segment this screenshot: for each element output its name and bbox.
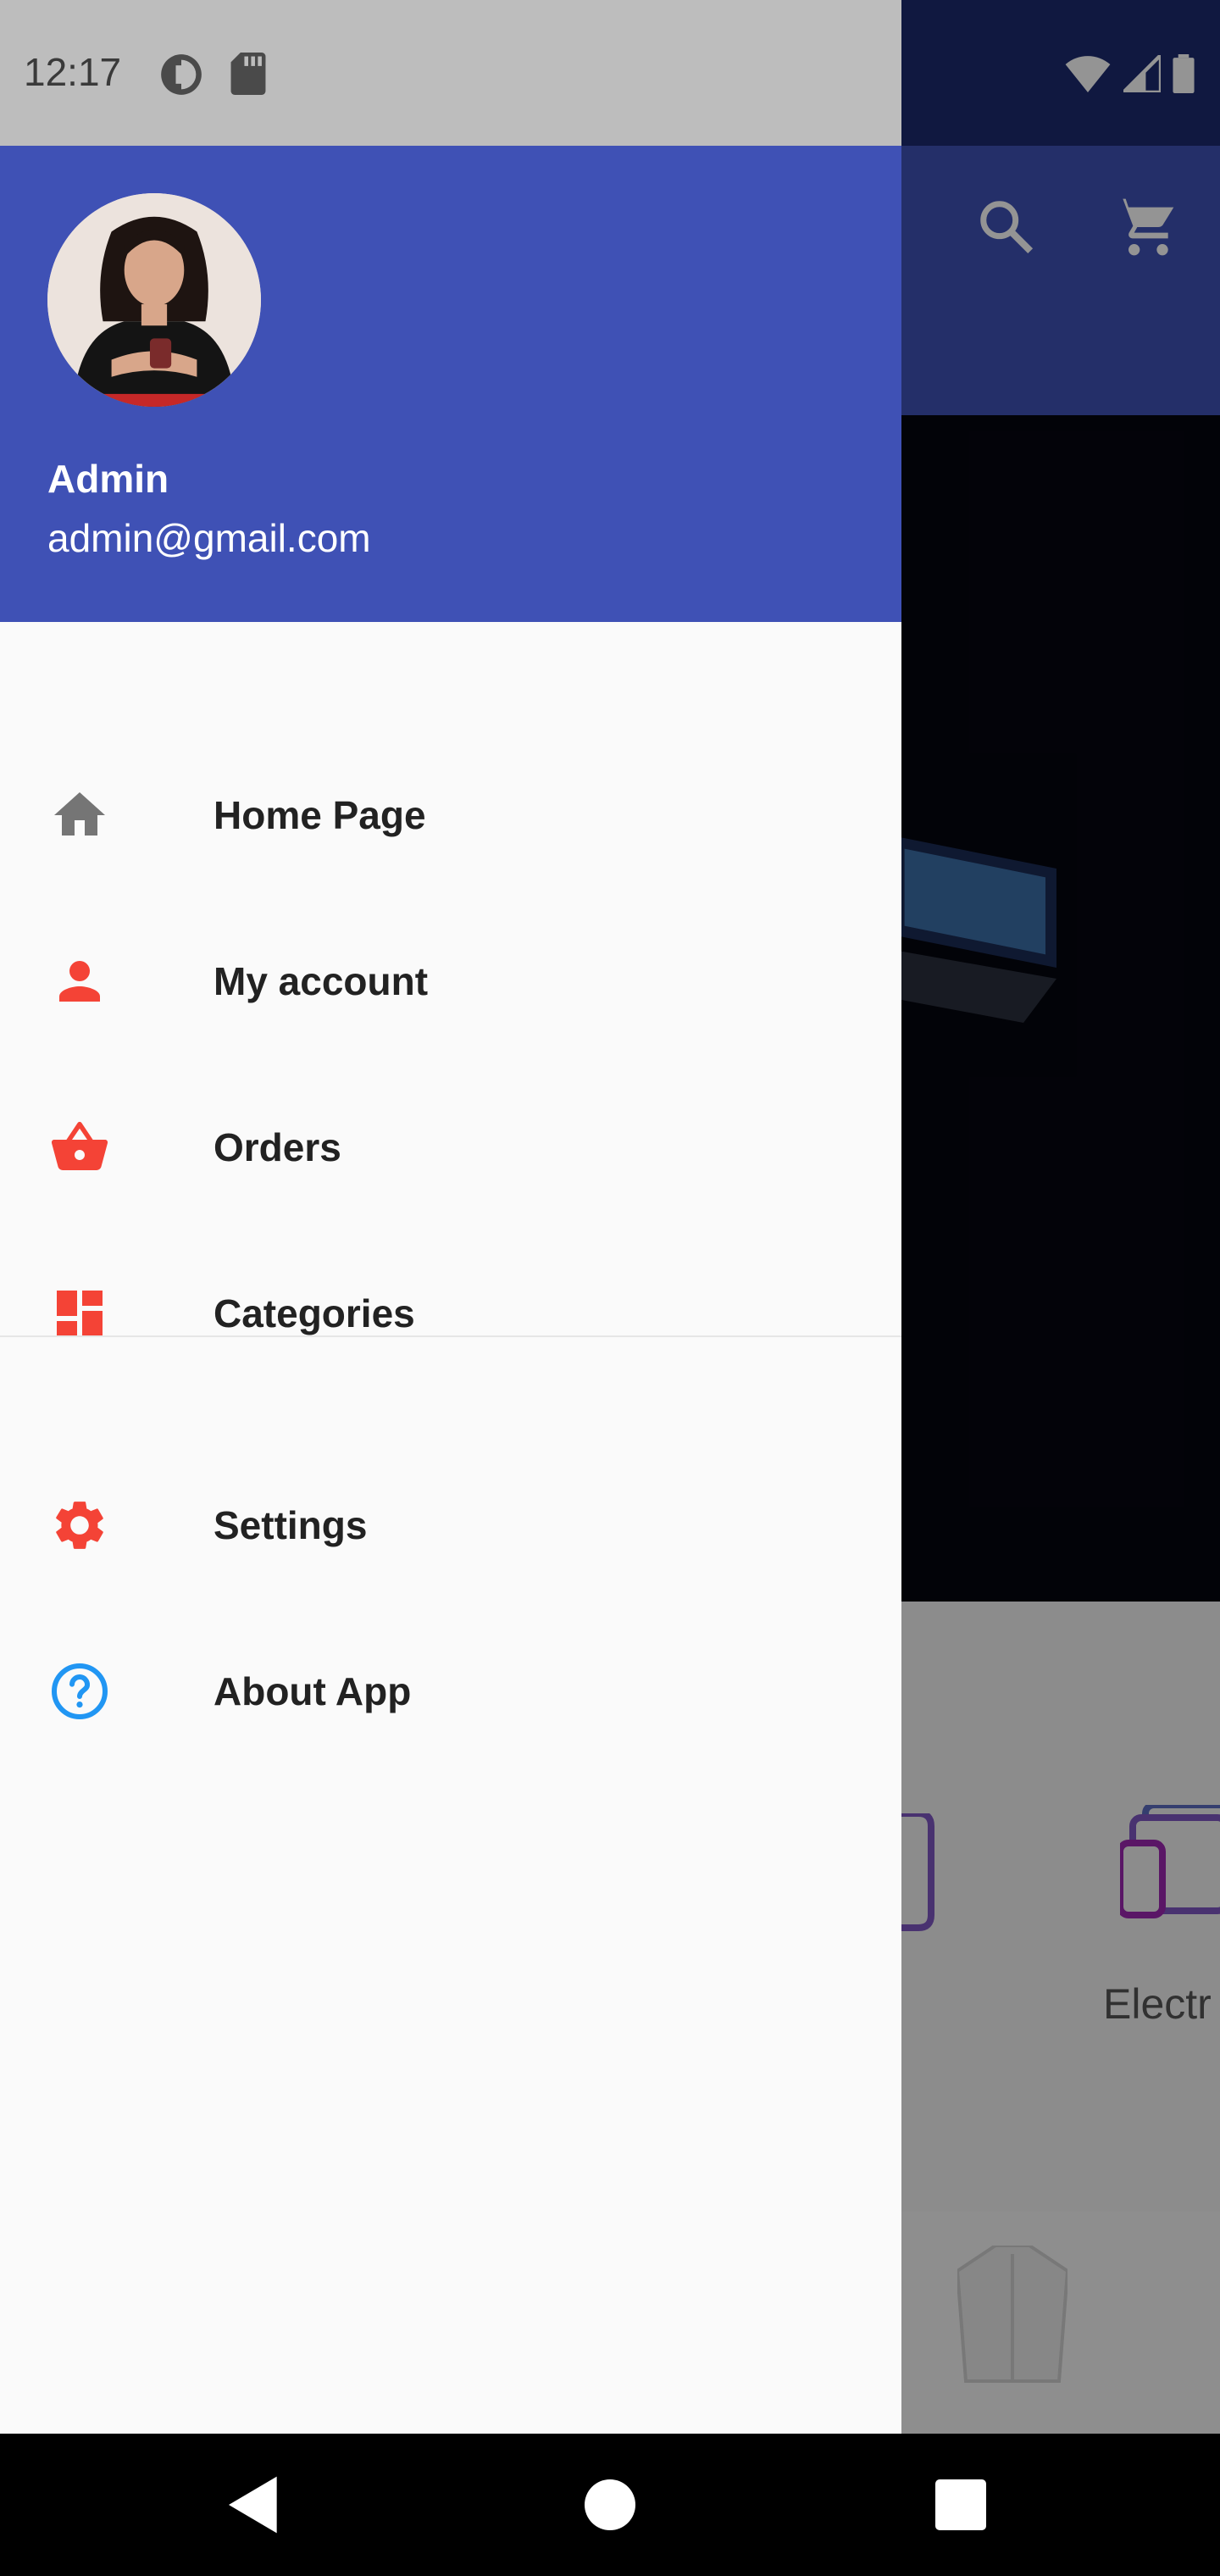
drawer-header: Admin admin@gmail.com [0,146,901,622]
profile-photo [47,193,261,407]
menu-item-home-page[interactable]: Home Page [0,732,901,898]
navigation-bar [0,2434,1220,2576]
person-icon [59,961,100,1002]
gear-icon [56,1502,103,1549]
home-button[interactable] [576,2471,644,2539]
menu-item-label: Orders [214,1125,341,1169]
menu-item-label: About App [214,1669,412,1713]
basket-icon [52,1121,108,1170]
avatar[interactable] [47,193,261,407]
status-bar: 12:17 [0,0,901,146]
menu-item-about-app[interactable]: About App [0,1608,901,1774]
user-name: Admin [47,457,169,501]
status-time: 12:17 [24,50,122,94]
back-button[interactable] [220,2471,288,2539]
user-email: admin@gmail.com [47,516,371,560]
menu-item-categories[interactable]: Categories [0,1230,901,1396]
menu-item-label: Settings [214,1503,368,1547]
navigation-drawer: Admin admin@gmail.com Home Page My accou… [0,146,901,2434]
menu-item-settings[interactable]: Settings [0,1442,901,1608]
sd-card-icon [230,53,266,95]
data-saver-icon [161,54,202,95]
help-circle-icon [52,1663,108,1719]
menu-item-my-account[interactable]: My account [0,898,901,1064]
menu-item-label: My account [214,959,429,1003]
home-icon [54,792,105,836]
menu-item-label: Home Page [214,793,426,837]
recents-button[interactable] [927,2471,995,2539]
menu-item-label: Categories [214,1291,415,1335]
drawer-divider [0,1335,901,1337]
menu-item-orders[interactable]: Orders [0,1064,901,1230]
